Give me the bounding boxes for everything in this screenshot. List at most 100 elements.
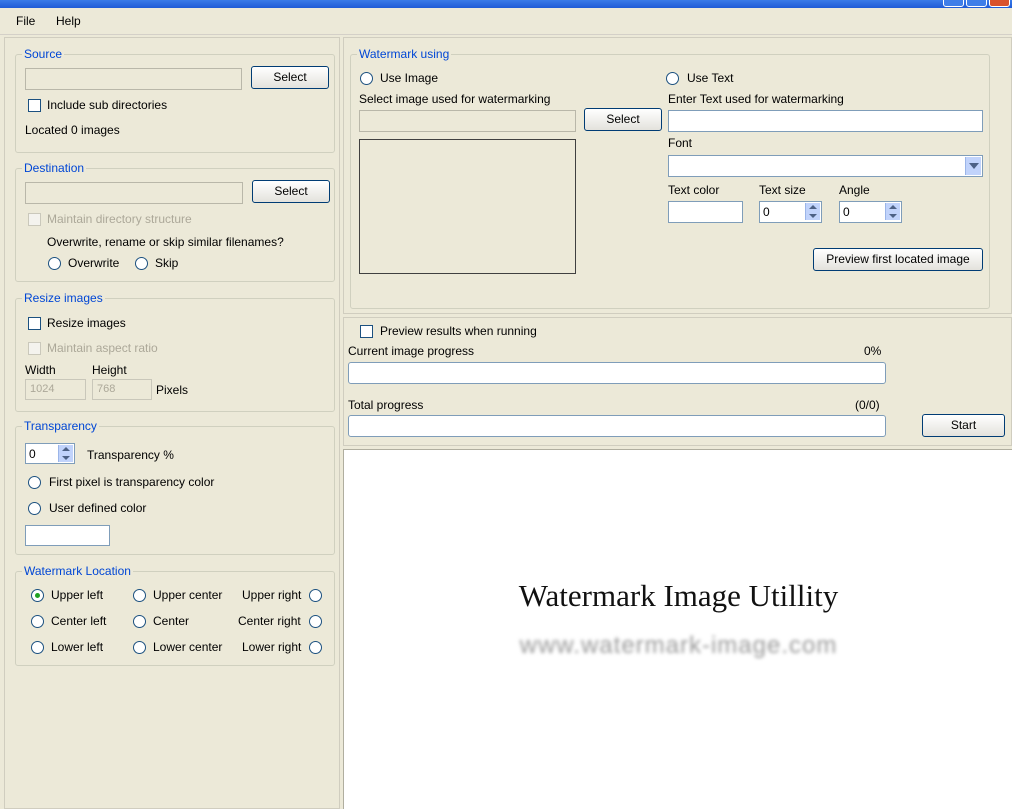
pixels-label: Pixels	[156, 383, 189, 397]
resize-group-label: Resize images	[22, 291, 105, 305]
upper-center-label: Upper center	[153, 588, 223, 602]
user-defined-radio[interactable]	[28, 502, 41, 515]
maintain-structure-label: Maintain directory structure	[47, 212, 192, 226]
destination-group: Destination Select Maintain directory st…	[15, 161, 335, 282]
maintain-aspect-checkbox[interactable]	[28, 342, 41, 355]
preview-area: Watermark Image Utillity www.watermark-i…	[343, 449, 1012, 809]
first-pixel-radio[interactable]	[28, 476, 41, 489]
total-progress-bar	[348, 415, 886, 437]
maintain-structure-checkbox[interactable]	[28, 213, 41, 226]
first-pixel-label: First pixel is transparency color	[49, 475, 215, 489]
skip-label: Skip	[155, 256, 179, 270]
location-group-label: Watermark Location	[22, 564, 133, 578]
maintain-aspect-label: Maintain aspect ratio	[47, 341, 158, 355]
current-progress-percent: 0%	[864, 344, 882, 358]
total-progress-label: Total progress	[348, 398, 424, 412]
chevron-down-icon[interactable]	[965, 157, 981, 175]
source-select-button[interactable]: Select	[251, 66, 329, 89]
destination-path-field[interactable]	[25, 182, 243, 204]
watermark-image-preview	[359, 139, 576, 274]
text-size-spinner[interactable]: 0	[759, 201, 822, 223]
center-right-label: Center right	[238, 614, 301, 628]
font-combo[interactable]	[668, 155, 983, 177]
lower-right-radio[interactable]	[309, 641, 322, 654]
source-path-field[interactable]	[25, 68, 242, 90]
center-radio[interactable]	[133, 615, 146, 628]
center-left-radio[interactable]	[31, 615, 44, 628]
text-size-value: 0	[763, 205, 770, 219]
angle-spinner[interactable]: 0	[839, 201, 902, 223]
preview-first-button[interactable]: Preview first located image	[813, 248, 983, 271]
height-field[interactable]: 768	[92, 379, 152, 400]
preview-results-checkbox[interactable]	[360, 325, 373, 338]
lower-center-label: Lower center	[153, 640, 223, 654]
current-progress-label: Current image progress	[348, 344, 475, 358]
center-right-radio[interactable]	[309, 615, 322, 628]
transparency-value: 0	[29, 447, 36, 461]
user-color-field[interactable]	[25, 525, 110, 546]
lower-left-radio[interactable]	[31, 641, 44, 654]
height-label: Height	[92, 363, 127, 377]
image-select-button[interactable]: Select	[584, 108, 662, 131]
spin-up-icon[interactable]	[889, 205, 897, 209]
watermark-group-label: Watermark using	[357, 47, 452, 61]
lower-left-label: Lower left	[51, 640, 104, 654]
spin-down-icon[interactable]	[809, 214, 817, 218]
angle-value: 0	[843, 205, 850, 219]
menu-help[interactable]: Help	[56, 14, 81, 28]
upper-center-radio[interactable]	[133, 589, 146, 602]
overwrite-question-text: Overwrite, rename or skip similar filena…	[47, 235, 284, 249]
skip-radio[interactable]	[135, 257, 148, 270]
text-color-label: Text color	[668, 183, 720, 197]
lower-center-radio[interactable]	[133, 641, 146, 654]
resize-group: Resize images Resize images Maintain asp…	[15, 291, 335, 412]
transparency-spin-arrows[interactable]	[58, 445, 73, 462]
image-path-field[interactable]	[359, 110, 576, 132]
user-defined-label: User defined color	[49, 501, 147, 515]
select-image-label: Select image used for watermarking	[359, 92, 551, 106]
source-group-label: Source	[22, 47, 65, 61]
text-size-spin-arrows[interactable]	[805, 203, 820, 220]
upper-left-radio[interactable]	[31, 589, 44, 602]
transparency-percent-label: Transparency %	[87, 448, 174, 462]
destination-group-label: Destination	[22, 161, 87, 175]
overwrite-label: Overwrite	[68, 256, 120, 270]
width-field[interactable]: 1024	[25, 379, 86, 400]
resize-images-checkbox[interactable]	[28, 317, 41, 330]
upper-right-radio[interactable]	[309, 589, 322, 602]
use-image-radio[interactable]	[360, 72, 373, 85]
spin-down-icon[interactable]	[889, 214, 897, 218]
window-controls	[943, 0, 1010, 7]
transparency-spinner[interactable]: 0	[25, 443, 75, 464]
progress-panel: Preview results when running Current ima…	[343, 317, 1012, 446]
include-subdirs-checkbox[interactable]	[28, 99, 41, 112]
source-group: Source Select Include sub directories Lo…	[15, 47, 335, 153]
angle-label: Angle	[839, 183, 870, 197]
start-button[interactable]: Start	[922, 414, 1005, 437]
spin-down-icon[interactable]	[62, 456, 70, 460]
angle-spin-arrows[interactable]	[885, 203, 900, 220]
close-button[interactable]	[989, 0, 1010, 7]
width-label: Width	[25, 363, 56, 377]
spin-up-icon[interactable]	[62, 447, 70, 451]
current-progress-bar	[348, 362, 886, 384]
lower-right-label: Lower right	[242, 640, 302, 654]
transparency-group-label: Transparency	[22, 419, 99, 433]
maximize-button[interactable]	[966, 0, 987, 7]
preview-title-text: Watermark Image Utillity	[518, 578, 839, 613]
watermark-group: Watermark using Use Image Select image u…	[350, 47, 990, 309]
use-text-radio[interactable]	[666, 72, 679, 85]
resize-images-label: Resize images	[47, 316, 126, 330]
spin-up-icon[interactable]	[809, 205, 817, 209]
upper-right-label: Upper right	[242, 588, 302, 602]
destination-select-button[interactable]: Select	[252, 180, 330, 203]
watermark-panel: Watermark using Use Image Select image u…	[343, 37, 1012, 314]
text-color-field[interactable]	[668, 201, 743, 223]
watermark-text-field[interactable]	[668, 110, 983, 132]
menu-file[interactable]: File	[16, 14, 35, 28]
minimize-button[interactable]	[943, 0, 964, 7]
preview-results-label: Preview results when running	[380, 324, 537, 338]
use-text-label: Use Text	[687, 71, 734, 85]
overwrite-radio[interactable]	[48, 257, 61, 270]
total-progress-count: (0/0)	[855, 398, 880, 412]
